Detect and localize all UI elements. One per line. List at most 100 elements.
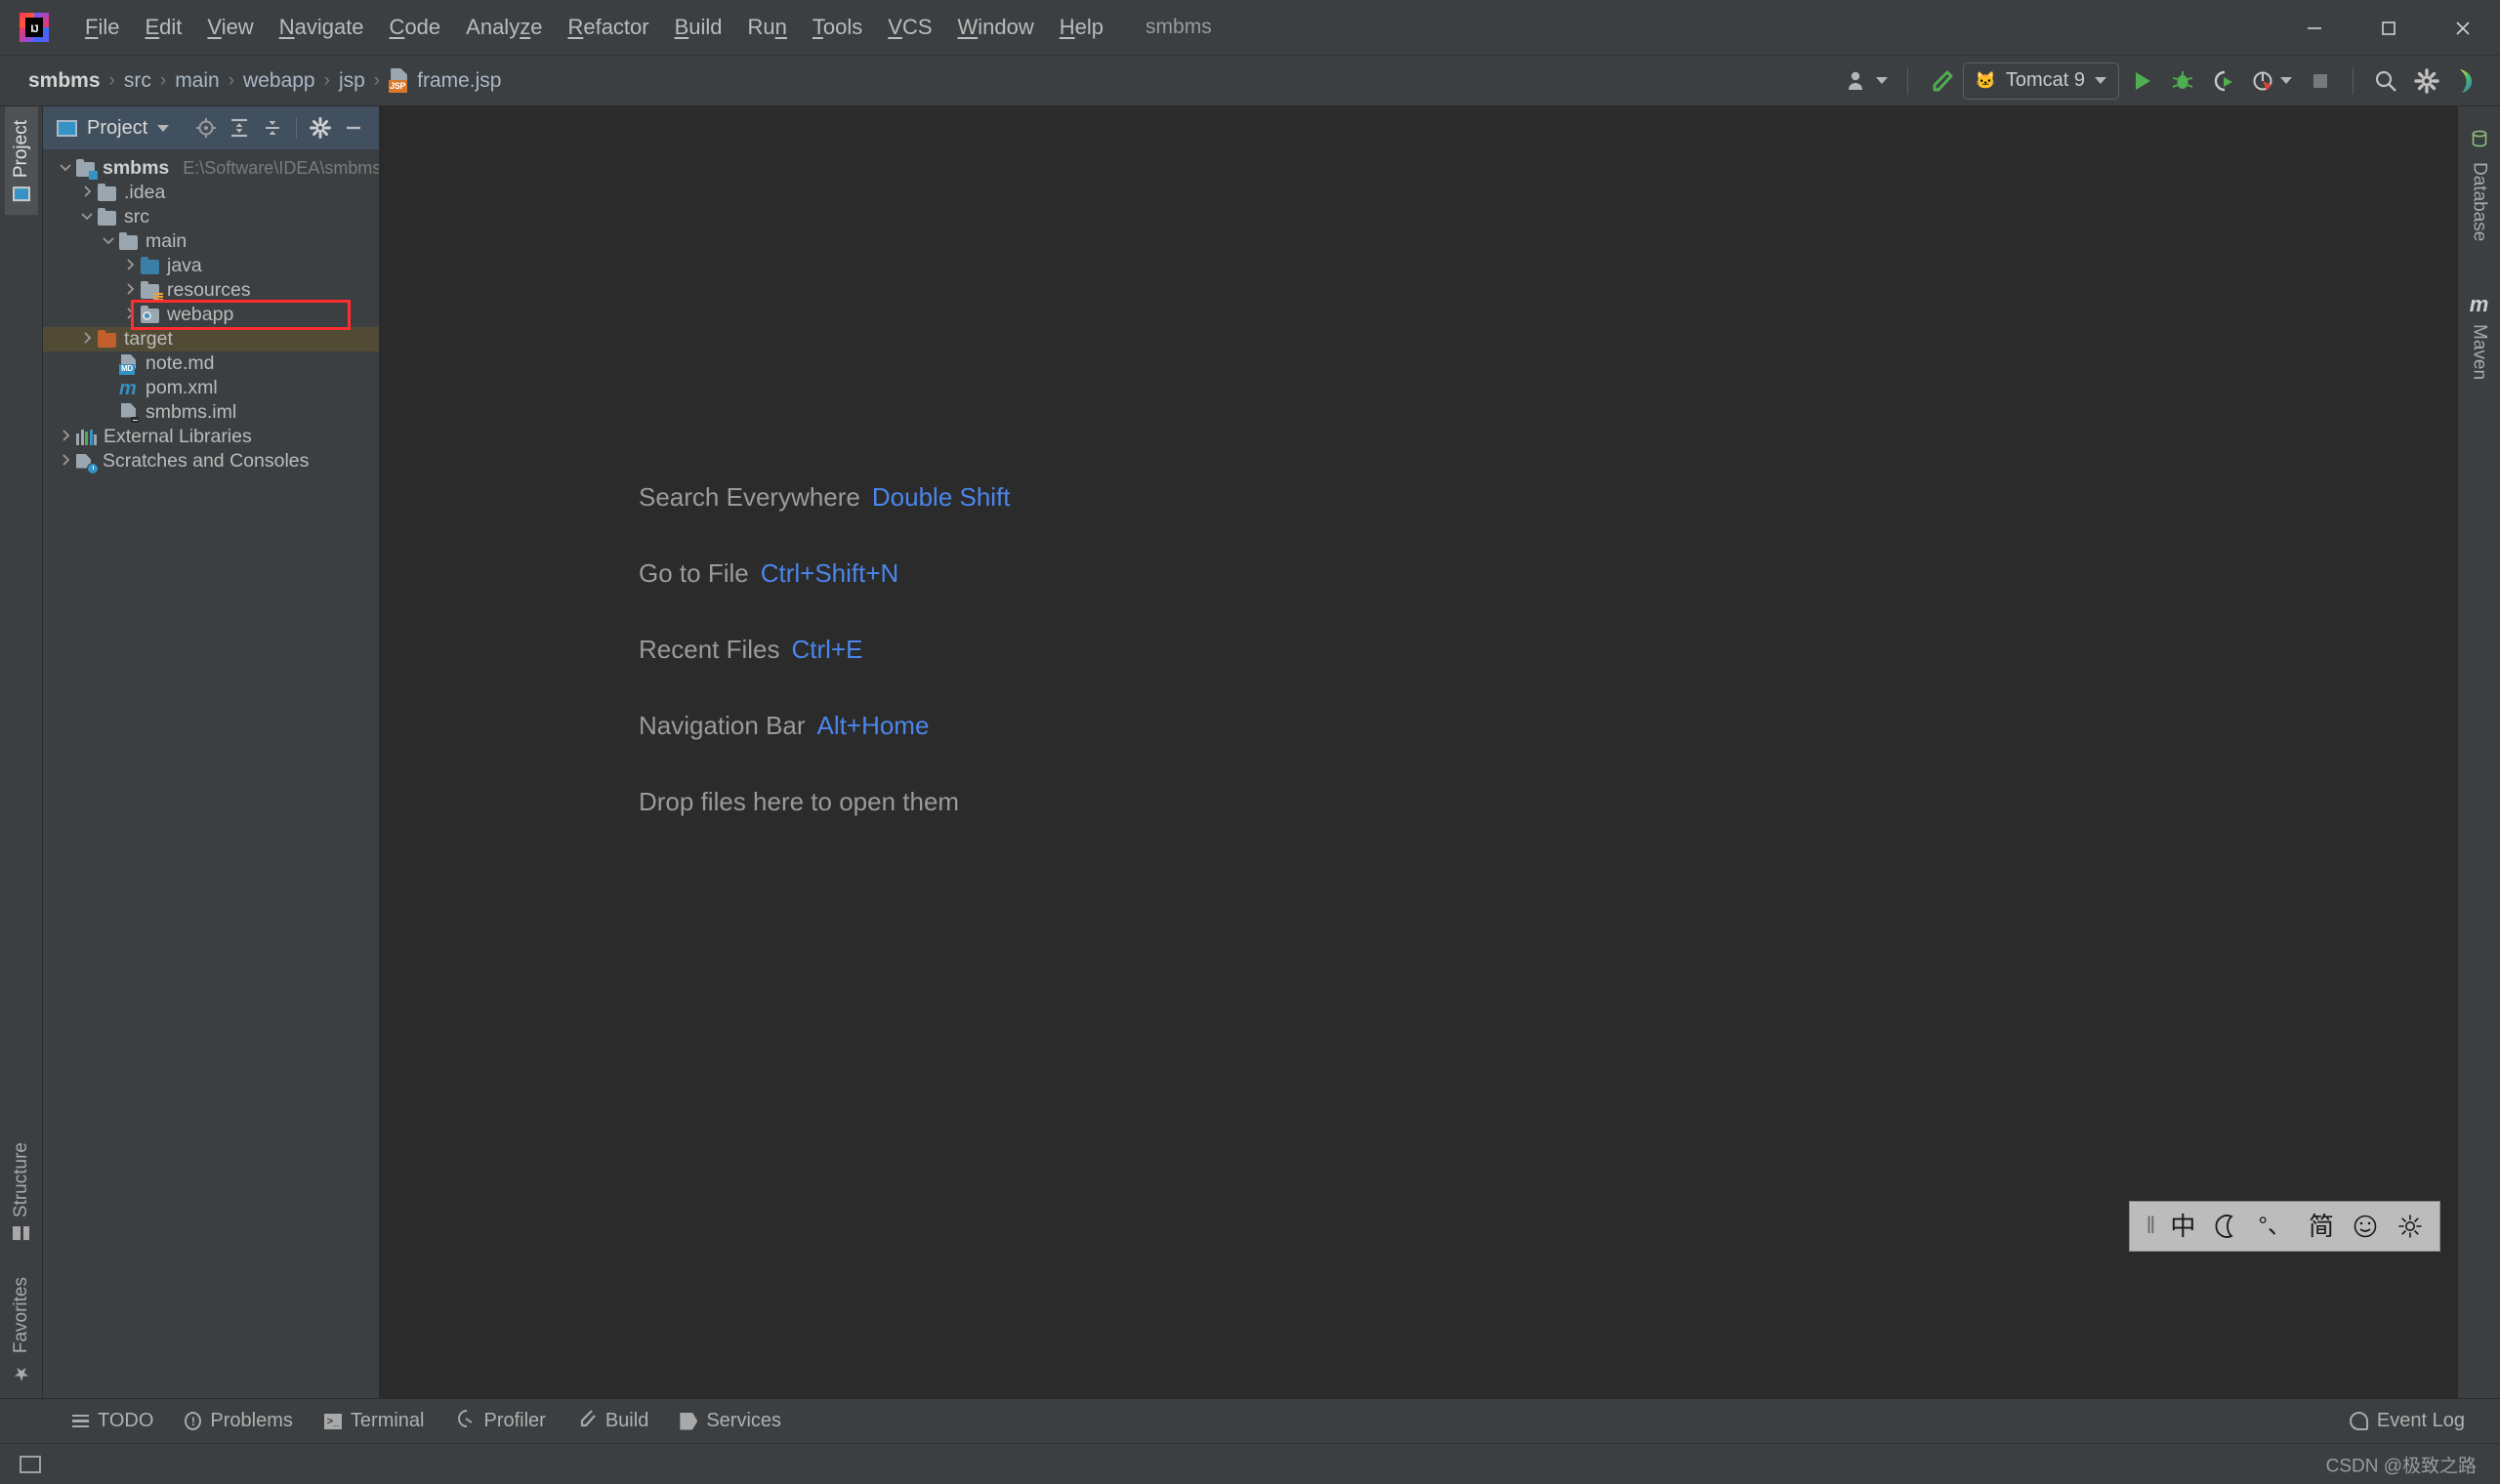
- tree-node-main[interactable]: main: [43, 229, 379, 254]
- menu-vcs[interactable]: VCS: [875, 9, 944, 46]
- settings-gear-icon[interactable]: [2408, 62, 2445, 100]
- status-tool-build[interactable]: Build: [562, 1404, 664, 1439]
- menu-run[interactable]: Run: [735, 9, 800, 46]
- menu-analyze[interactable]: Analyze: [453, 9, 555, 46]
- tree-node-scratches-and-consoles[interactable]: Scratches and Consoles: [43, 449, 379, 474]
- ide-status-icon[interactable]: [20, 1455, 41, 1473]
- menu-window[interactable]: Window: [945, 9, 1047, 46]
- breadcrumb-item-frame-jsp[interactable]: JSP frame.jsp: [382, 65, 508, 96]
- sidebar-item-structure[interactable]: Structure: [5, 1129, 38, 1254]
- breadcrumb-separator: ›: [108, 69, 115, 91]
- run-icon[interactable]: [2123, 62, 2160, 100]
- ime-drag-handle[interactable]: ‖: [2146, 1213, 2155, 1240]
- tree-node-webapp[interactable]: webapp: [43, 303, 379, 327]
- menu-help[interactable]: Help: [1047, 9, 1116, 46]
- menu-navigate[interactable]: Navigate: [267, 9, 377, 46]
- sidebar-item-database[interactable]: Database: [2463, 116, 2496, 255]
- chevron-right-icon[interactable]: [55, 429, 76, 445]
- menu-tools[interactable]: Tools: [800, 9, 875, 46]
- breadcrumb-item-src[interactable]: src: [117, 66, 158, 96]
- breadcrumb-item-jsp[interactable]: jsp: [332, 66, 372, 96]
- chevron-right-icon[interactable]: [76, 185, 98, 201]
- chevron-down-icon[interactable]: [157, 124, 170, 132]
- excluded-folder-icon: [98, 329, 117, 349]
- tree-node-label: smbms: [103, 157, 170, 179]
- sidebar-item-maven[interactable]: m Maven: [2463, 280, 2496, 393]
- run-configuration-selector[interactable]: 🐱 Tomcat 9: [1962, 62, 2119, 100]
- breadcrumb-separator: ›: [159, 69, 167, 91]
- tree-node-pom-xml[interactable]: m pom.xml: [43, 376, 379, 400]
- ime-floating-toolbar[interactable]: ‖ 中 °、 简: [2129, 1201, 2440, 1252]
- status-tool-services[interactable]: Services: [664, 1405, 797, 1437]
- minimize-button[interactable]: [2277, 0, 2352, 56]
- build-hammer-icon[interactable]: [1922, 62, 1959, 100]
- menu-build[interactable]: Build: [662, 9, 735, 46]
- tree-node-src[interactable]: src: [43, 205, 379, 229]
- status-tool-terminal[interactable]: >_ Terminal: [309, 1405, 440, 1437]
- chevron-down-icon[interactable]: [76, 209, 98, 226]
- status-tool-label: Problems: [210, 1410, 293, 1431]
- run-with-coverage-icon[interactable]: [2205, 62, 2242, 100]
- breadcrumb-item-webapp[interactable]: webapp: [236, 66, 322, 96]
- collapse-all-icon[interactable]: [257, 112, 288, 144]
- hint-shortcut: Ctrl+Shift+N: [760, 558, 899, 588]
- project-window-icon: [57, 119, 77, 137]
- hide-panel-icon[interactable]: [338, 112, 369, 144]
- tree-node-java[interactable]: java: [43, 254, 379, 278]
- status-tool-todo[interactable]: TODO: [57, 1405, 169, 1437]
- menu-edit[interactable]: Edit: [132, 9, 194, 46]
- editor-hint: Recent Files Ctrl+E: [639, 635, 1011, 665]
- menu-code[interactable]: Code: [377, 9, 454, 46]
- sidebar-item-project[interactable]: Project: [4, 106, 38, 216]
- menu-file[interactable]: File: [72, 9, 132, 46]
- tree-node-external-libraries[interactable]: External Libraries: [43, 425, 379, 449]
- simplified-chinese-icon[interactable]: 简: [2309, 1214, 2334, 1239]
- maximize-button[interactable]: [2352, 0, 2426, 56]
- chevron-right-icon[interactable]: [119, 258, 141, 274]
- select-opened-file-icon[interactable]: [190, 112, 222, 144]
- ide-feature-icon[interactable]: [2449, 62, 2486, 100]
- status-tool-problems[interactable]: ! Problems: [169, 1405, 308, 1437]
- favorites-star-icon: ★: [12, 1363, 30, 1383]
- moon-mode-icon[interactable]: [2213, 1213, 2240, 1240]
- tree-node-target[interactable]: target: [43, 327, 379, 351]
- debug-icon[interactable]: [2164, 62, 2201, 100]
- build-icon: [577, 1409, 597, 1434]
- close-button[interactable]: [2426, 0, 2500, 56]
- ime-settings-gear-icon[interactable]: [2396, 1213, 2424, 1240]
- menu-refactor[interactable]: Refactor: [555, 9, 661, 46]
- tree-node-resources[interactable]: resources: [43, 278, 379, 303]
- status-tool-profiler[interactable]: Profiler: [439, 1404, 561, 1439]
- language-mode-chinese[interactable]: 中: [2170, 1214, 2195, 1239]
- tree-node-note-md[interactable]: MD note.md: [43, 351, 379, 376]
- emoji-icon[interactable]: [2352, 1213, 2379, 1240]
- chevron-right-icon[interactable]: [76, 331, 98, 348]
- breadcrumb-item-main[interactable]: main: [168, 66, 227, 96]
- event-log-button[interactable]: Event Log: [2334, 1405, 2480, 1437]
- chevron-down-icon[interactable]: [98, 233, 119, 250]
- breadcrumb-item-smbms[interactable]: smbms: [21, 66, 107, 96]
- editor-hints: Search Everywhere Double Shift Go to File C…: [639, 482, 1011, 817]
- breadcrumb-label: src: [123, 68, 151, 92]
- punctuation-mode-icon[interactable]: °、: [2258, 1215, 2291, 1238]
- search-icon[interactable]: [2367, 62, 2404, 100]
- tree-node--idea[interactable]: .idea: [43, 181, 379, 205]
- editor-area[interactable]: Search Everywhere Double Shift Go to File C…: [380, 106, 2457, 1398]
- chevron-right-icon[interactable]: [119, 307, 141, 323]
- chevron-down-icon[interactable]: [55, 160, 76, 177]
- chevron-right-icon[interactable]: [119, 282, 141, 299]
- tree-node-label: java: [167, 255, 202, 276]
- sidebar-item-favorites[interactable]: ★ Favorites: [5, 1254, 38, 1398]
- profiler-icon[interactable]: [2246, 62, 2298, 100]
- maven-pom-icon: m: [119, 377, 137, 399]
- project-tree[interactable]: smbms E:\Software\IDEA\smbms .idea src main j…: [43, 149, 379, 1398]
- settings-gear-icon[interactable]: [305, 112, 336, 144]
- chevron-right-icon[interactable]: [55, 453, 76, 470]
- tree-node-label: src: [124, 206, 149, 227]
- tree-node-smbms[interactable]: smbms E:\Software\IDEA\smbms: [43, 156, 379, 181]
- expand-all-icon[interactable]: [224, 112, 255, 144]
- user-avatar-icon[interactable]: [1841, 62, 1894, 100]
- menu-view[interactable]: View: [194, 9, 266, 46]
- tree-node-smbms-iml[interactable]: smbms.iml: [43, 400, 379, 425]
- stop-icon[interactable]: [2302, 62, 2339, 100]
